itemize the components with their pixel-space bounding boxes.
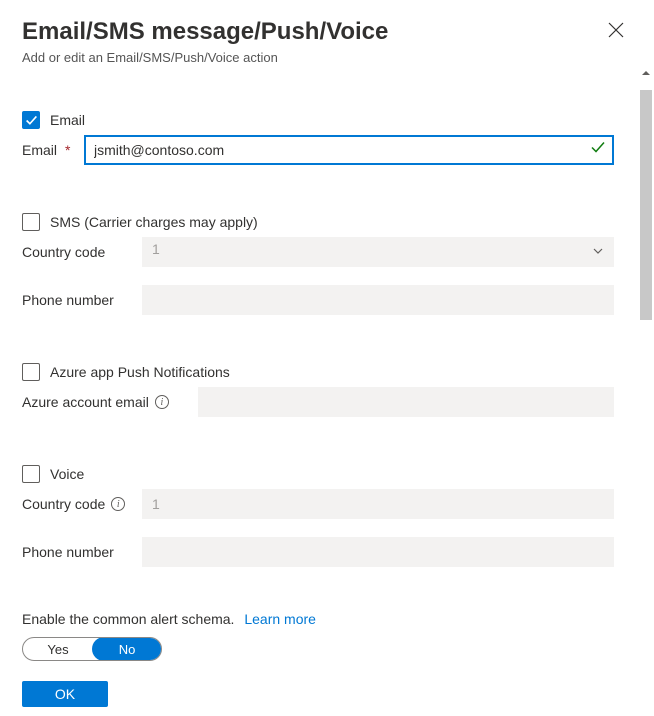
schema-row: Enable the common alert schema. Learn mo…	[22, 611, 614, 661]
voice-country-code-label: Country code i	[22, 496, 142, 512]
push-checkbox-label: Azure app Push Notifications	[50, 364, 230, 380]
close-button[interactable]	[608, 22, 626, 40]
voice-phone-input[interactable]	[142, 537, 614, 567]
page-title: Email/SMS message/Push/Voice	[22, 18, 614, 46]
section-email: Email Email*	[22, 111, 614, 165]
sms-phone-label: Phone number	[22, 292, 142, 308]
scrollbar[interactable]	[638, 70, 654, 716]
scrollbar-thumb[interactable]	[640, 90, 652, 320]
email-field-label: Email*	[22, 142, 84, 158]
page-subtitle: Add or edit an Email/SMS/Push/Voice acti…	[22, 50, 614, 65]
scrollbar-track[interactable]	[638, 80, 654, 716]
info-icon[interactable]: i	[155, 395, 169, 409]
required-marker: *	[65, 142, 70, 158]
schema-toggle-no[interactable]: No	[92, 637, 162, 661]
voice-country-code-input[interactable]	[142, 489, 614, 519]
push-account-label: Azure account email i	[22, 394, 198, 410]
scroll-up-icon[interactable]	[640, 66, 652, 78]
sms-checkbox-label: SMS (Carrier charges may apply)	[50, 214, 258, 230]
checkmark-icon	[25, 114, 38, 127]
voice-checkbox-label: Voice	[50, 466, 84, 482]
sms-phone-input[interactable]	[142, 285, 614, 315]
email-checkbox-label: Email	[50, 112, 85, 128]
email-checkbox[interactable]	[22, 111, 40, 129]
section-sms: SMS (Carrier charges may apply) Country …	[22, 213, 614, 315]
sms-country-code-label: Country code	[22, 244, 142, 260]
learn-more-link[interactable]: Learn more	[244, 611, 316, 627]
sms-country-code-select[interactable]: 1	[142, 237, 614, 267]
ok-button[interactable]: OK	[22, 681, 108, 707]
close-icon	[608, 22, 624, 38]
sms-checkbox[interactable]	[22, 213, 40, 231]
section-voice: Voice Country code i Phone number	[22, 465, 614, 567]
valid-icon	[590, 140, 606, 161]
section-push: Azure app Push Notifications Azure accou…	[22, 363, 614, 417]
chevron-down-icon	[592, 244, 604, 260]
schema-toggle-yes[interactable]: Yes	[23, 638, 93, 660]
voice-checkbox[interactable]	[22, 465, 40, 483]
info-icon[interactable]: i	[111, 497, 125, 511]
schema-text: Enable the common alert schema.	[22, 611, 234, 627]
sms-country-code-value: 1	[152, 241, 160, 257]
voice-phone-label: Phone number	[22, 544, 142, 560]
push-checkbox[interactable]	[22, 363, 40, 381]
schema-toggle[interactable]: Yes No	[22, 637, 162, 661]
email-input[interactable]	[84, 135, 614, 165]
push-account-input[interactable]	[198, 387, 614, 417]
